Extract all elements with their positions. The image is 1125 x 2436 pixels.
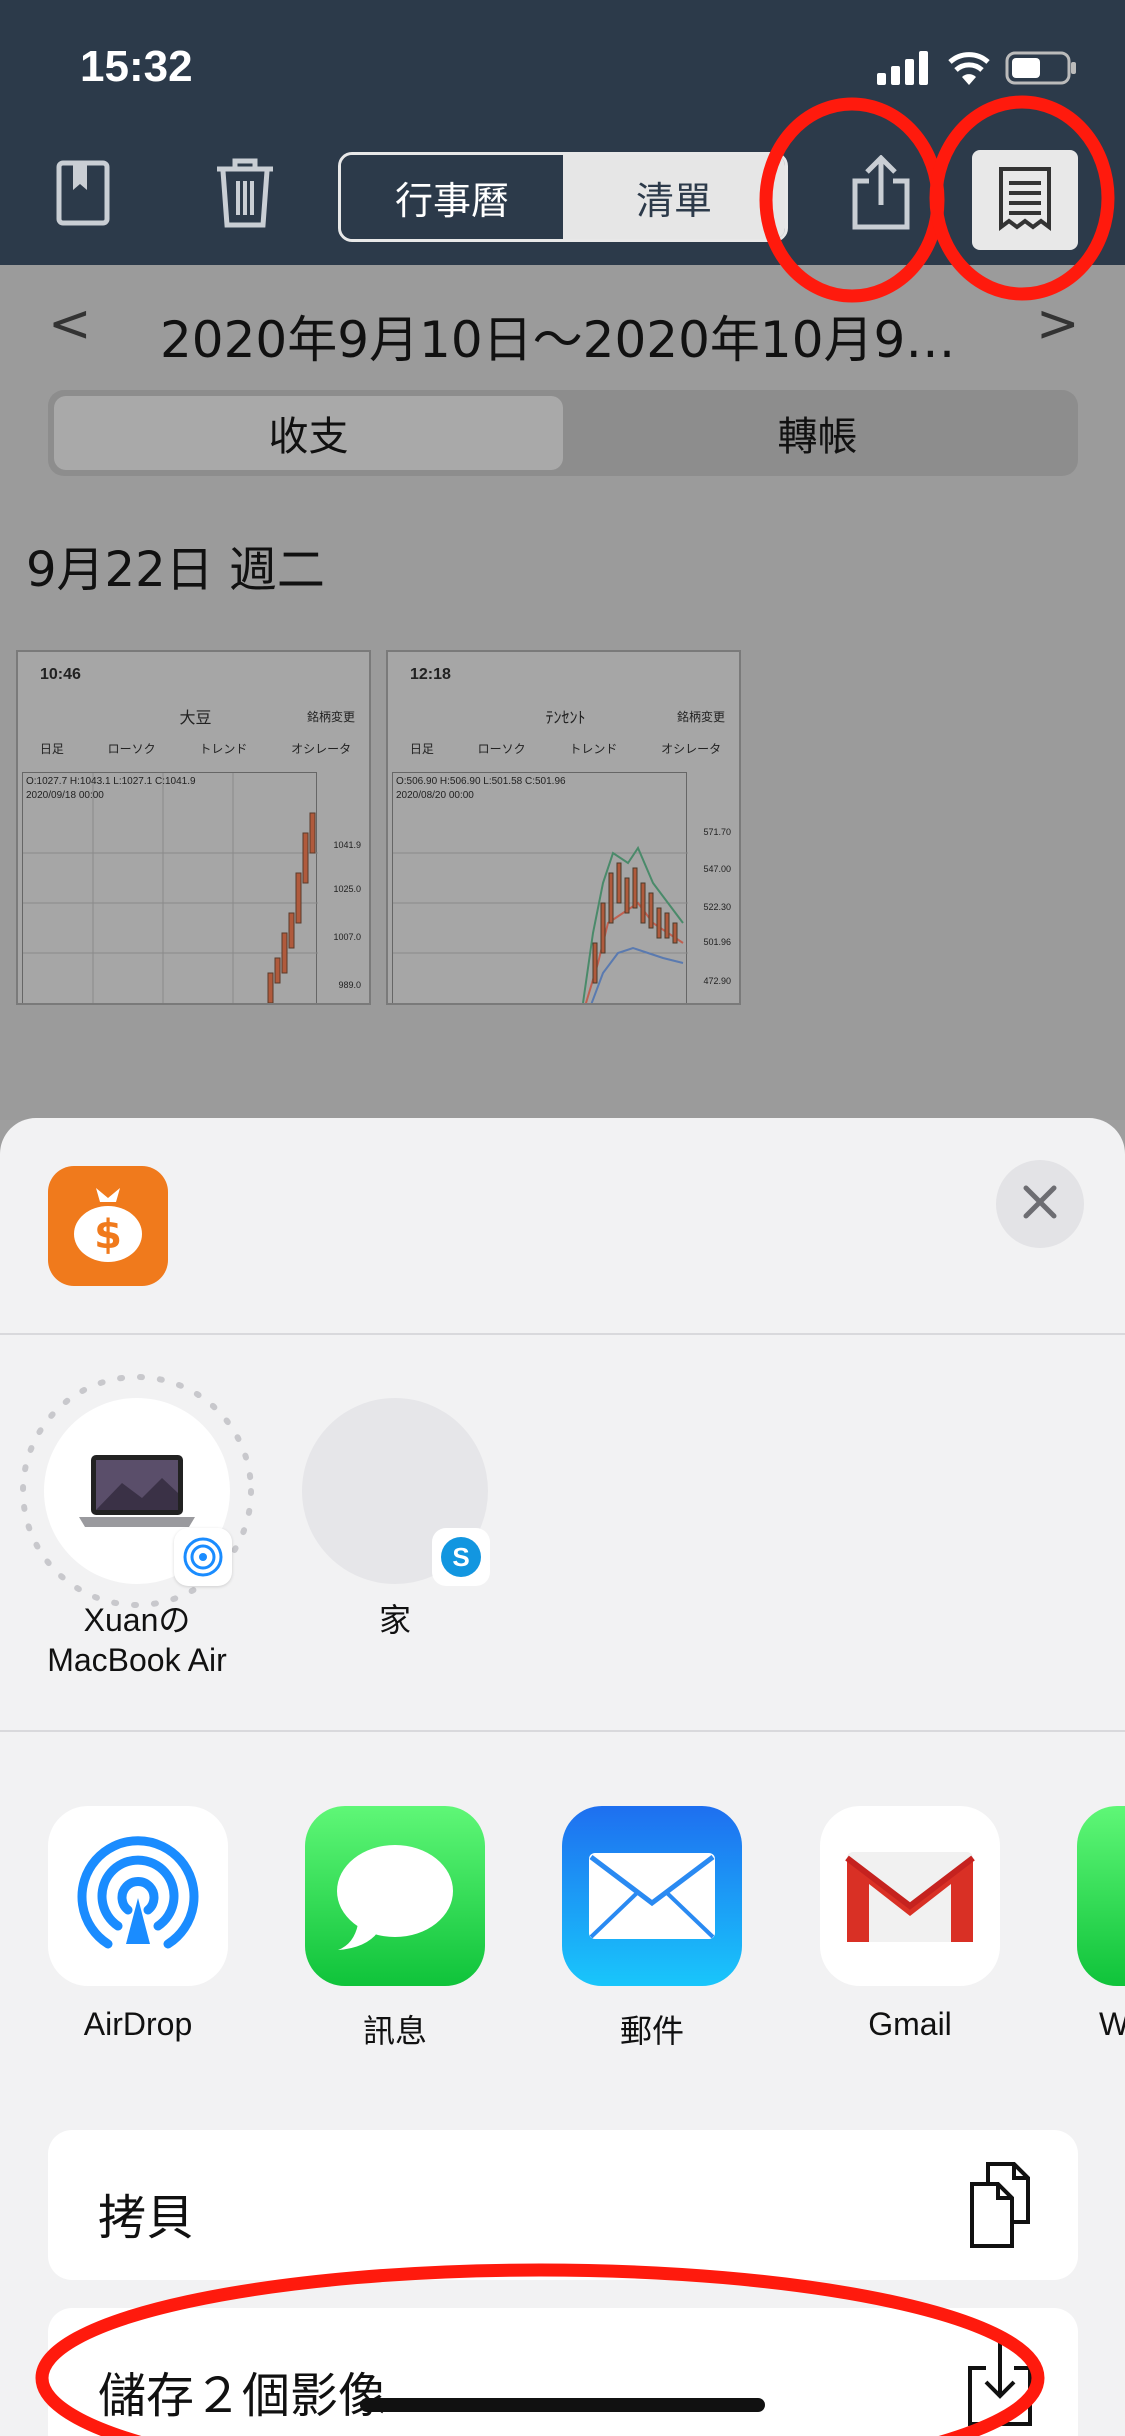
chat-app-icon bbox=[1077, 1806, 1125, 1986]
thumb-tab: オシレータ bbox=[661, 742, 722, 756]
thumb-tab: 日足 bbox=[39, 742, 64, 756]
person-label: 家 bbox=[378, 1602, 411, 1638]
skype-badge-icon: S bbox=[432, 1528, 490, 1586]
thumb-axis-label: 522.30 bbox=[703, 902, 731, 912]
date-range-label: 2020年9月10日～2020年10月9… bbox=[160, 311, 956, 369]
thumb-tab: オシレータ bbox=[291, 742, 352, 756]
divider bbox=[0, 1333, 1125, 1335]
messages-icon bbox=[305, 1806, 485, 1986]
thumb-axis-label: 1025.0 bbox=[333, 884, 361, 894]
thumb-time: 12:18 bbox=[410, 666, 451, 683]
app-icon: $ bbox=[48, 1166, 168, 1286]
tab-list[interactable]: 清單 bbox=[563, 155, 785, 239]
save-to-photos-icon bbox=[962, 2338, 1038, 2428]
attached-image-thumbnail[interactable]: 10:46 大豆 銘柄変更 日足 ローソク トレンド オシレータ O:1027.… bbox=[16, 650, 371, 1005]
thumb-axis-label: 1041.9 bbox=[333, 840, 361, 850]
app-label: Gmail bbox=[868, 2006, 952, 2042]
airdrop-target-macbook[interactable]: Xuanの MacBook Air bbox=[20, 1374, 254, 1680]
bookmark-button[interactable] bbox=[38, 150, 128, 240]
thumb-change-symbol: 銘柄変更 bbox=[306, 710, 355, 724]
tab-calendar[interactable]: 行事曆 bbox=[341, 155, 563, 239]
top-app-bar: 15:32 行事曆 清單 bbox=[0, 0, 1125, 265]
person-label: Xuanの MacBook Air bbox=[47, 1602, 227, 1678]
app-gmail[interactable]: Gmail bbox=[820, 1806, 1000, 2043]
thumb-axis-label: 1007.0 bbox=[333, 932, 361, 942]
thumb-tabs: 日足 ローソク トレンド オシレータ bbox=[388, 740, 739, 757]
money-bag-icon: $ bbox=[70, 1184, 146, 1268]
device-avatar bbox=[20, 1374, 254, 1608]
date-range-navigator: < 2020年9月10日～2020年10月9… > bbox=[0, 270, 1125, 380]
app-label: W bbox=[1099, 2006, 1125, 2042]
thumb-date: 2020/09/18 00:00 bbox=[26, 790, 104, 801]
bookmark-icon bbox=[53, 160, 113, 230]
close-icon bbox=[1022, 1184, 1058, 1224]
airdrop-badge-icon bbox=[174, 1528, 232, 1586]
status-icons bbox=[877, 50, 1077, 90]
thumb-tabs: 日足 ローソク トレンド オシレータ bbox=[18, 740, 369, 757]
svg-text:S: S bbox=[452, 1542, 469, 1572]
receipt-button[interactable] bbox=[972, 150, 1078, 250]
battery-icon bbox=[1005, 50, 1077, 90]
svg-text:$: $ bbox=[94, 1212, 122, 1258]
action-label: 拷貝 bbox=[98, 2190, 195, 2246]
trash-icon bbox=[213, 157, 277, 233]
transaction-type-segment: 收支 轉帳 bbox=[48, 390, 1078, 476]
day-header: 9月22日 週二 bbox=[26, 542, 325, 598]
view-mode-segment: 行事曆 清單 bbox=[338, 152, 788, 242]
copy-icon bbox=[962, 2160, 1038, 2250]
close-button[interactable] bbox=[996, 1160, 1084, 1248]
thumb-chart-area bbox=[392, 772, 688, 1003]
share-button[interactable] bbox=[836, 150, 926, 240]
tab-income-expense[interactable]: 收支 bbox=[54, 396, 563, 470]
mail-icon bbox=[562, 1806, 742, 1986]
gmail-icon bbox=[820, 1806, 1000, 1986]
attached-image-thumbnail[interactable]: 12:18 ﾃﾝｾﾝﾄ 銘柄変更 日足 ローソク トレンド オシレータ O:50… bbox=[386, 650, 741, 1005]
share-icon bbox=[849, 154, 913, 235]
thumb-tab: トレンド bbox=[199, 742, 248, 756]
thumb-axis-label: 501.96 bbox=[703, 937, 731, 947]
receipt-icon bbox=[997, 165, 1053, 235]
delete-button[interactable] bbox=[200, 150, 290, 240]
app-label: AirDrop bbox=[83, 2006, 193, 2042]
thumb-chart-area bbox=[22, 772, 318, 1003]
thumb-tab: ローソク bbox=[107, 742, 156, 756]
laptop-icon bbox=[79, 1455, 195, 1527]
prev-range-button[interactable]: < bbox=[48, 294, 92, 354]
thumb-axis-label: 472.90 bbox=[703, 976, 731, 986]
candlestick-chart bbox=[393, 845, 688, 1003]
cellular-signal-icon bbox=[877, 51, 933, 89]
thumb-tab: トレンド bbox=[569, 742, 618, 756]
app-mail[interactable]: 郵件 bbox=[562, 1806, 742, 2052]
thumb-axis-label: 571.70 bbox=[703, 827, 731, 837]
tab-transfer[interactable]: 轉帳 bbox=[563, 396, 1072, 470]
home-indicator bbox=[360, 2398, 765, 2412]
app-airdrop[interactable]: AirDrop bbox=[48, 1806, 228, 2043]
share-sheet: $ Xuanの MacBook Air S 家 AirDrop 訊息 郵件 Gm… bbox=[0, 1118, 1125, 2436]
thumb-tab: ローソク bbox=[477, 742, 526, 756]
contact-avatar: S bbox=[302, 1398, 490, 1586]
thumb-ohlc: O:506.90 H:506.90 L:501.58 C:501.96 bbox=[396, 776, 566, 787]
action-save-images[interactable]: 儲存２個影像 bbox=[48, 2308, 1078, 2436]
app-label: 訊息 bbox=[362, 2013, 427, 2049]
thumb-ohlc: O:1027.7 H:1043.1 L:1027.1 C:1041.9 bbox=[26, 776, 196, 787]
share-target-home[interactable]: S 家 bbox=[280, 1398, 510, 1640]
candlestick-chart bbox=[23, 773, 318, 1003]
wifi-icon bbox=[947, 51, 991, 89]
app-messages[interactable]: 訊息 bbox=[305, 1806, 485, 2052]
action-copy[interactable]: 拷貝 bbox=[48, 2130, 1078, 2280]
app-partial[interactable]: W bbox=[1077, 1806, 1125, 2043]
next-range-button[interactable]: > bbox=[1036, 294, 1080, 354]
status-time: 15:32 bbox=[80, 42, 193, 91]
airdrop-icon bbox=[48, 1806, 228, 1986]
divider bbox=[0, 1730, 1125, 1732]
thumb-axis-label: 989.0 bbox=[338, 980, 361, 990]
thumb-change-symbol: 銘柄変更 bbox=[676, 710, 725, 724]
thumb-axis-label: 547.00 bbox=[703, 864, 731, 874]
action-label: 儲存２個影像 bbox=[98, 2368, 387, 2424]
thumb-time: 10:46 bbox=[40, 666, 81, 683]
app-label: 郵件 bbox=[619, 2013, 684, 2049]
thumb-tab: 日足 bbox=[409, 742, 434, 756]
thumb-date: 2020/08/20 00:00 bbox=[396, 790, 474, 801]
